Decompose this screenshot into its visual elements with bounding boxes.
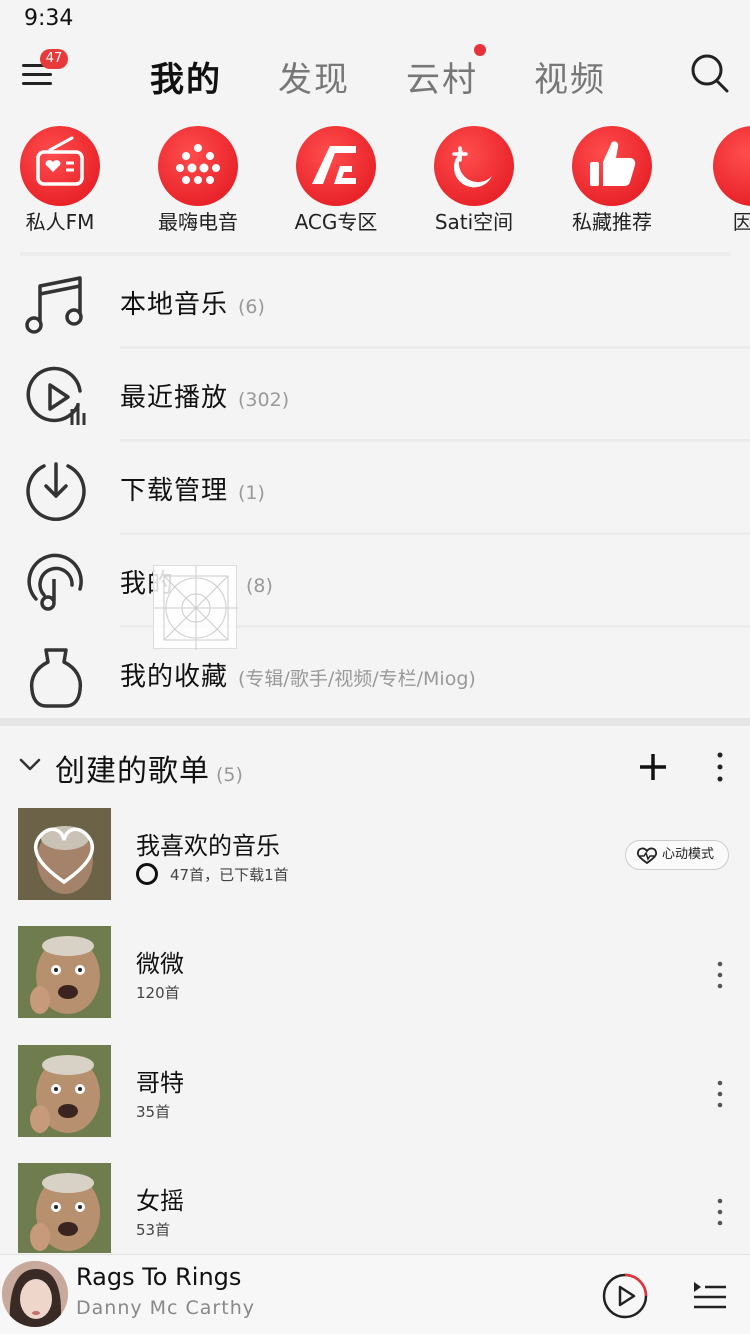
radio-icon bbox=[20, 126, 100, 206]
playlist-item[interactable]: 微微 120首 bbox=[0, 926, 750, 1036]
playlist-item[interactable]: 我喜欢的音乐 47首，已下载1首 心动模式 bbox=[0, 808, 750, 918]
status-time: 9:34 bbox=[24, 6, 74, 31]
playlist-name: 哥特 bbox=[136, 1069, 184, 1097]
music-note-icon bbox=[25, 276, 83, 334]
playlist-meta: 53首 bbox=[136, 1221, 171, 1239]
shortcut-label: Sati空间 bbox=[434, 210, 514, 234]
track-title: Rags To Rings bbox=[76, 1263, 242, 1291]
shortcut-label: 私藏推荐 bbox=[572, 210, 652, 234]
status-bar: 9:34 bbox=[0, 0, 750, 40]
menu-item-downloads[interactable]: 下载管理 (1) bbox=[0, 442, 750, 535]
download-status-icon bbox=[136, 863, 158, 885]
menu-label: 最近播放 (302) bbox=[120, 383, 290, 413]
shortcut-private-fm[interactable]: 私人FM bbox=[0, 126, 125, 236]
playlist-name: 女摇 bbox=[136, 1187, 184, 1215]
recent-play-icon bbox=[26, 366, 86, 425]
add-playlist-button[interactable] bbox=[636, 750, 670, 784]
new-dot-badge bbox=[474, 44, 486, 56]
tab-mine[interactable]: 我的 bbox=[150, 52, 222, 101]
search-icon bbox=[691, 54, 729, 93]
image-placeholder bbox=[153, 565, 238, 650]
playlist-name: 微微 bbox=[136, 950, 184, 978]
menu-item-favorites[interactable]: 我的收藏 (专辑/歌手/视频/专栏/Miog) bbox=[0, 628, 750, 721]
playlist-cover bbox=[18, 1045, 111, 1137]
more-icon[interactable] bbox=[708, 750, 732, 784]
playlist-cover bbox=[18, 1163, 111, 1253]
album-art bbox=[2, 1261, 68, 1327]
vase-icon bbox=[29, 648, 83, 708]
created-playlists-header[interactable]: 创建的歌单 (5) bbox=[0, 730, 750, 800]
track-artist: Danny Mc Carthy bbox=[76, 1297, 255, 1319]
notification-badge: 47 bbox=[40, 49, 68, 69]
thumbs-up-icon bbox=[572, 126, 652, 206]
menu-label: 我的收藏 (专辑/歌手/视频/专栏/Miog) bbox=[120, 662, 476, 692]
tab-discover[interactable]: 发现 bbox=[278, 52, 350, 101]
playlist-cover bbox=[18, 926, 111, 1018]
section-divider bbox=[0, 718, 750, 726]
top-nav: 47 我的 发现 云村 视频 bbox=[0, 40, 750, 110]
shortcut-label: 因乐 bbox=[733, 210, 750, 234]
more-icon[interactable] bbox=[708, 1079, 732, 1109]
acg-icon bbox=[296, 126, 376, 206]
menu-item-recent[interactable]: 最近播放 (302) bbox=[0, 349, 750, 442]
more-icon[interactable] bbox=[708, 1197, 732, 1227]
shortcut-edm[interactable]: 最嗨电音 bbox=[133, 126, 263, 236]
mini-player[interactable]: Rags To Rings Danny Mc Carthy bbox=[0, 1254, 750, 1334]
search-button[interactable] bbox=[690, 52, 730, 94]
play-button[interactable] bbox=[602, 1273, 648, 1319]
menu-item-local-music[interactable]: 本地音乐 (6) bbox=[0, 256, 750, 349]
shortcut-yinyue[interactable]: 因乐 bbox=[688, 126, 750, 236]
heart-icon bbox=[636, 847, 658, 865]
section-title: 创建的歌单 (5) bbox=[55, 754, 243, 789]
playlist-name: 我喜欢的音乐 bbox=[136, 832, 280, 860]
heart-mode-button[interactable]: 心动模式 bbox=[625, 840, 729, 870]
music-icon bbox=[713, 126, 750, 206]
playlist-meta: 35首 bbox=[136, 1103, 171, 1121]
menu-label: 下载管理 (1) bbox=[120, 476, 265, 506]
chevron-down-icon bbox=[19, 758, 41, 771]
playlist-meta: 120首 bbox=[136, 984, 180, 1002]
download-icon bbox=[26, 462, 86, 521]
shortcut-row: 私人FM 最嗨电音 ACG专区 Sati空间 私藏推荐 因 bbox=[0, 126, 750, 246]
playlist-item[interactable]: 哥特 35首 bbox=[0, 1045, 750, 1155]
playlist-meta: 47首，已下载1首 bbox=[136, 863, 289, 885]
shortcut-label: 最嗨电音 bbox=[158, 210, 238, 234]
moon-icon bbox=[434, 126, 514, 206]
shortcut-sati[interactable]: Sati空间 bbox=[409, 126, 539, 236]
shortcut-label: 私人FM bbox=[25, 210, 95, 234]
shortcut-recommend[interactable]: 私藏推荐 bbox=[547, 126, 677, 236]
playlist-queue-icon[interactable] bbox=[692, 1279, 728, 1311]
dots-grid-icon bbox=[158, 126, 238, 206]
shortcut-acg[interactable]: ACG专区 bbox=[271, 126, 401, 236]
tab-video[interactable]: 视频 bbox=[534, 52, 606, 101]
playlist-cover bbox=[18, 808, 111, 900]
menu-label: 本地音乐 (6) bbox=[120, 290, 265, 320]
more-icon[interactable] bbox=[708, 960, 732, 990]
menu-item-my-radio[interactable]: 我的 (8) bbox=[0, 535, 750, 628]
tab-community[interactable]: 云村 bbox=[406, 52, 478, 101]
shortcut-label: ACG专区 bbox=[294, 210, 378, 234]
podcast-icon bbox=[27, 553, 83, 611]
